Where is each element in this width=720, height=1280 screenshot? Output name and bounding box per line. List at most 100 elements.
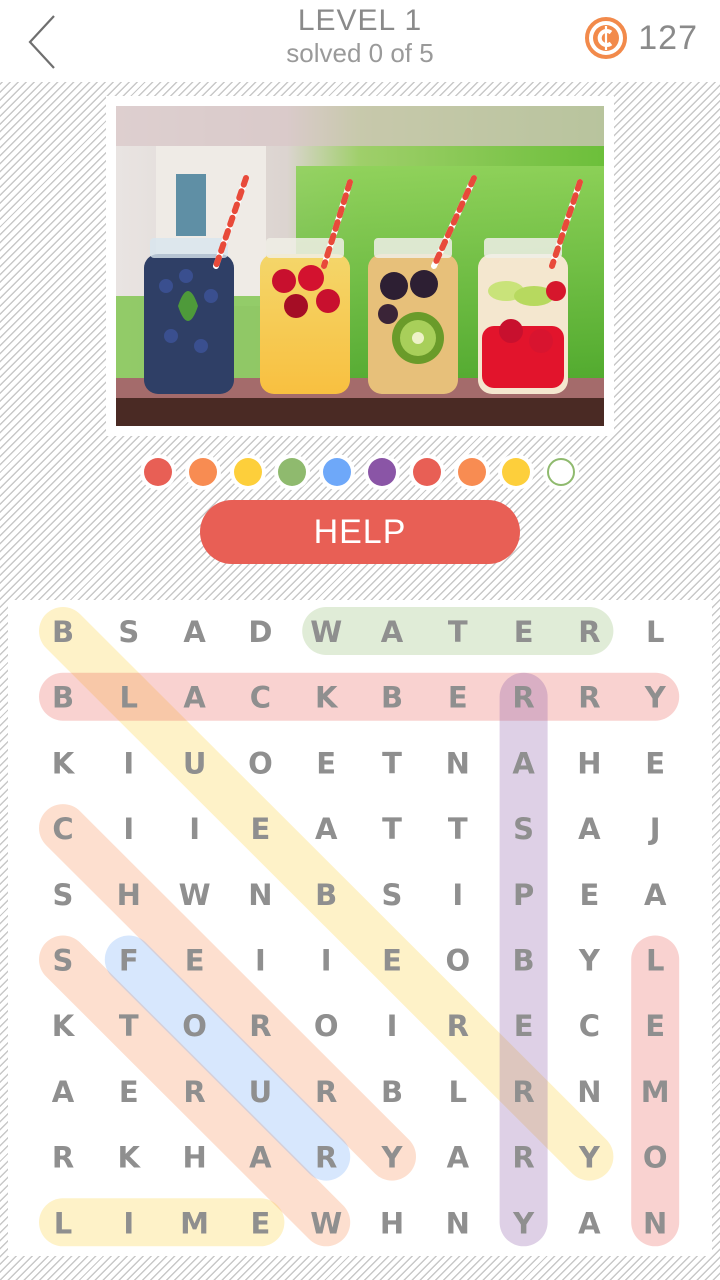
coin-balance[interactable]: 127: [584, 16, 698, 60]
grid-cell[interactable]: E: [119, 1075, 139, 1109]
grid-cell[interactable]: R: [512, 1141, 534, 1175]
grid-cell[interactable]: B: [52, 681, 74, 715]
grid-cell[interactable]: E: [645, 1009, 665, 1043]
grid-cell[interactable]: C: [52, 812, 73, 846]
grid-cell[interactable]: L: [646, 944, 664, 978]
grid-cell[interactable]: R: [578, 615, 600, 649]
grid-cell[interactable]: I: [387, 1009, 398, 1043]
grid-cell[interactable]: K: [315, 681, 339, 715]
grid-cell[interactable]: I: [123, 812, 134, 846]
grid-cell[interactable]: H: [577, 746, 601, 780]
grid-cell[interactable]: N: [577, 1075, 601, 1109]
grid-cell[interactable]: R: [578, 681, 600, 715]
grid-cell[interactable]: I: [452, 878, 463, 912]
grid-cell[interactable]: C: [250, 681, 271, 715]
grid-cell[interactable]: A: [52, 1075, 75, 1109]
grid-cell[interactable]: Y: [512, 1206, 535, 1240]
grid-cell[interactable]: E: [185, 944, 205, 978]
grid-cell[interactable]: E: [579, 878, 599, 912]
grid-cell[interactable]: A: [249, 1141, 272, 1175]
grid-cell[interactable]: I: [123, 1206, 134, 1240]
grid-cell[interactable]: E: [645, 746, 665, 780]
grid-cell[interactable]: S: [53, 944, 74, 978]
grid-cell[interactable]: N: [248, 878, 272, 912]
grid-cell[interactable]: A: [183, 615, 206, 649]
grid-cell[interactable]: E: [514, 1009, 534, 1043]
grid-cell[interactable]: T: [382, 746, 402, 780]
grid-cell[interactable]: O: [445, 944, 470, 978]
grid-cell[interactable]: B: [513, 944, 535, 978]
grid-cell[interactable]: L: [120, 681, 138, 715]
grid-cell[interactable]: W: [310, 615, 342, 649]
grid-cell[interactable]: I: [189, 812, 200, 846]
grid-cell[interactable]: K: [118, 1141, 142, 1175]
grid-cell[interactable]: C: [579, 1009, 600, 1043]
grid-cell[interactable]: T: [448, 812, 468, 846]
grid-cell[interactable]: A: [447, 1141, 470, 1175]
grid-cell[interactable]: A: [512, 746, 535, 780]
grid-cell[interactable]: R: [315, 1075, 337, 1109]
grid-cell[interactable]: M: [641, 1075, 670, 1109]
grid-cell[interactable]: A: [578, 812, 601, 846]
grid-cell[interactable]: A: [578, 1206, 601, 1240]
grid-cell[interactable]: J: [648, 812, 661, 846]
grid-cell[interactable]: K: [52, 1009, 76, 1043]
grid-cell[interactable]: I: [321, 944, 332, 978]
grid-cell[interactable]: R: [52, 1141, 74, 1175]
grid-cell[interactable]: U: [183, 746, 207, 780]
grid-cell[interactable]: E: [382, 944, 402, 978]
grid-cell[interactable]: B: [52, 615, 74, 649]
grid-cell[interactable]: H: [117, 878, 141, 912]
grid-cell[interactable]: A: [381, 615, 404, 649]
grid-cell[interactable]: Y: [644, 681, 667, 715]
grid-cell[interactable]: W: [179, 878, 211, 912]
grid-cell[interactable]: Y: [578, 1141, 601, 1175]
grid-cell[interactable]: R: [315, 1141, 337, 1175]
grid-cell[interactable]: A: [183, 681, 206, 715]
grid-cell[interactable]: U: [249, 1075, 273, 1109]
grid-cell[interactable]: O: [248, 746, 273, 780]
grid-cell[interactable]: L: [646, 615, 664, 649]
grid-cell[interactable]: B: [381, 681, 403, 715]
grid-cell[interactable]: R: [512, 681, 534, 715]
grid-cell[interactable]: D: [248, 615, 272, 649]
grid-cell[interactable]: M: [180, 1206, 209, 1240]
grid-cell[interactable]: P: [513, 878, 534, 912]
grid-cell[interactable]: E: [250, 812, 270, 846]
grid-cell[interactable]: L: [54, 1206, 72, 1240]
grid-cell[interactable]: S: [382, 878, 403, 912]
grid-cell[interactable]: T: [119, 1009, 139, 1043]
grid-cell[interactable]: L: [449, 1075, 467, 1109]
grid-cell[interactable]: R: [447, 1009, 469, 1043]
letter-grid[interactable]: B S A D W A T E R LB L A C K B E R R YK I U O E T N A H EC I I E A T T S A J…: [8, 600, 712, 1256]
grid-cell[interactable]: E: [316, 746, 336, 780]
grid-cell[interactable]: O: [182, 1009, 207, 1043]
grid-cell[interactable]: N: [446, 746, 470, 780]
grid-cell[interactable]: I: [123, 746, 134, 780]
grid-cell[interactable]: W: [310, 1206, 342, 1240]
word-search-grid[interactable]: BSADWATERLBLACKBERRYKIUOETNAHECIIEATTSAJ…: [8, 600, 712, 1256]
grid-cell[interactable]: O: [314, 1009, 339, 1043]
grid-cell[interactable]: Y: [381, 1141, 404, 1175]
grid-cell[interactable]: Y: [578, 944, 601, 978]
grid-cell[interactable]: R: [512, 1075, 534, 1109]
grid-cell[interactable]: E: [514, 615, 534, 649]
grid-cell[interactable]: B: [315, 878, 337, 912]
grid-cell[interactable]: F: [119, 944, 139, 978]
grid-cell[interactable]: B: [381, 1075, 403, 1109]
grid-cell[interactable]: S: [118, 615, 139, 649]
grid-cell[interactable]: N: [643, 1206, 667, 1240]
grid-cell[interactable]: K: [52, 746, 76, 780]
grid-cell[interactable]: R: [183, 1075, 205, 1109]
grid-cell[interactable]: T: [382, 812, 402, 846]
help-button[interactable]: HELP: [200, 500, 520, 564]
grid-cell[interactable]: E: [250, 1206, 270, 1240]
grid-cell[interactable]: S: [53, 878, 74, 912]
grid-cell[interactable]: H: [380, 1206, 404, 1240]
grid-cell[interactable]: I: [255, 944, 266, 978]
grid-cell[interactable]: S: [513, 812, 534, 846]
grid-cell[interactable]: N: [446, 1206, 470, 1240]
grid-cell[interactable]: E: [448, 681, 468, 715]
grid-cell[interactable]: H: [182, 1141, 206, 1175]
grid-cell[interactable]: T: [448, 615, 468, 649]
